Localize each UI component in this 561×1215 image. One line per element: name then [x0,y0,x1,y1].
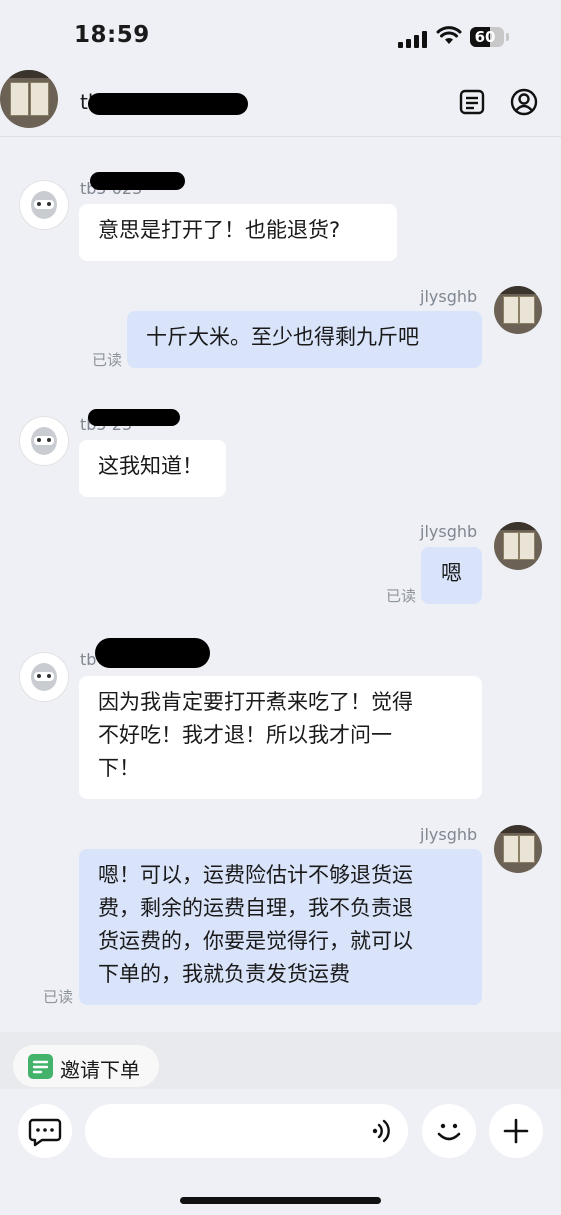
cellular-signal-icon [398,30,428,48]
message-line: 因为我肯定要打开煮来吃了！觉得 [98,690,413,714]
status-bar: 18:59 60 [0,0,561,70]
sender-name: jlysghb [420,522,478,541]
message-bubble[interactable]: 这我知道！ [79,440,226,497]
voice-icon[interactable] [369,1118,395,1144]
order-icon [28,1054,53,1079]
message-line: 嗯！可以，运费险估计不够退货运 [98,863,413,887]
robot-icon [31,191,57,219]
more-button[interactable] [489,1104,543,1158]
read-receipt: 已读 [92,351,123,369]
emoji-button[interactable] [422,1104,476,1158]
smiley-icon [437,1123,461,1141]
buyer-avatar[interactable] [19,416,69,466]
message-line: 费，剩余的运费自理，我不负责退 [98,896,413,920]
message-line: 下单的，我就负责发货运费 [98,962,350,986]
read-receipt: 已读 [386,587,417,605]
read-receipt: 已读 [43,988,74,1006]
chat-bubble-icon [28,1118,62,1147]
sender-name: jlysghb [420,287,478,306]
battery-nub [506,33,509,41]
message-line: 不好吃！我才退！所以我才问一 [98,723,392,747]
redaction-mark [88,93,248,115]
store-avatar[interactable] [0,70,58,128]
seller-avatar[interactable] [494,522,542,570]
message-bubble[interactable]: 嗯 [421,547,482,604]
redaction-mark [90,172,185,190]
message-line: 下！ [98,756,140,780]
message-input[interactable] [85,1104,408,1158]
quick-phrase-button[interactable] [18,1104,72,1158]
wifi-icon [436,26,462,44]
sender-name: jlysghb [420,825,478,844]
home-indicator [180,1197,381,1204]
buyer-avatar[interactable] [19,652,69,702]
message-line: 货运费的，你要是觉得行，就可以 [98,929,413,953]
invite-order-label: 邀请下单 [60,1058,140,1082]
message-bubble[interactable]: 因为我肯定要打开煮来吃了！觉得 不好吃！我才退！所以我才问一 下！ [79,676,482,799]
buyer-avatar[interactable] [19,180,69,230]
battery-icon: 60 [470,27,504,47]
sender-name: tb [80,650,97,669]
message-bubble[interactable]: 十斤大米。至少也得剩九斤吧 [127,311,482,368]
plus-icon [503,1118,529,1144]
battery-percent: 60 [474,28,496,46]
notes-icon[interactable] [458,88,486,116]
redaction-mark [95,638,210,668]
robot-icon [31,663,57,691]
message-bubble[interactable]: 嗯！可以，运费险估计不够退货运 费，剩余的运费自理，我不负责退 货运费的，你要是… [79,849,482,1005]
invite-order-button[interactable]: 邀请下单 [13,1045,159,1087]
quick-action-bar: 邀请下单 [0,1032,561,1089]
seller-avatar[interactable] [494,825,542,873]
redaction-mark [88,409,180,426]
profile-icon[interactable] [510,88,538,116]
message-bubble[interactable]: 意思是打开了！也能退货? [79,204,397,261]
status-time: 18:59 [74,22,150,48]
seller-avatar[interactable] [494,286,542,334]
robot-icon [31,427,57,455]
chat-header: tb [0,70,561,137]
